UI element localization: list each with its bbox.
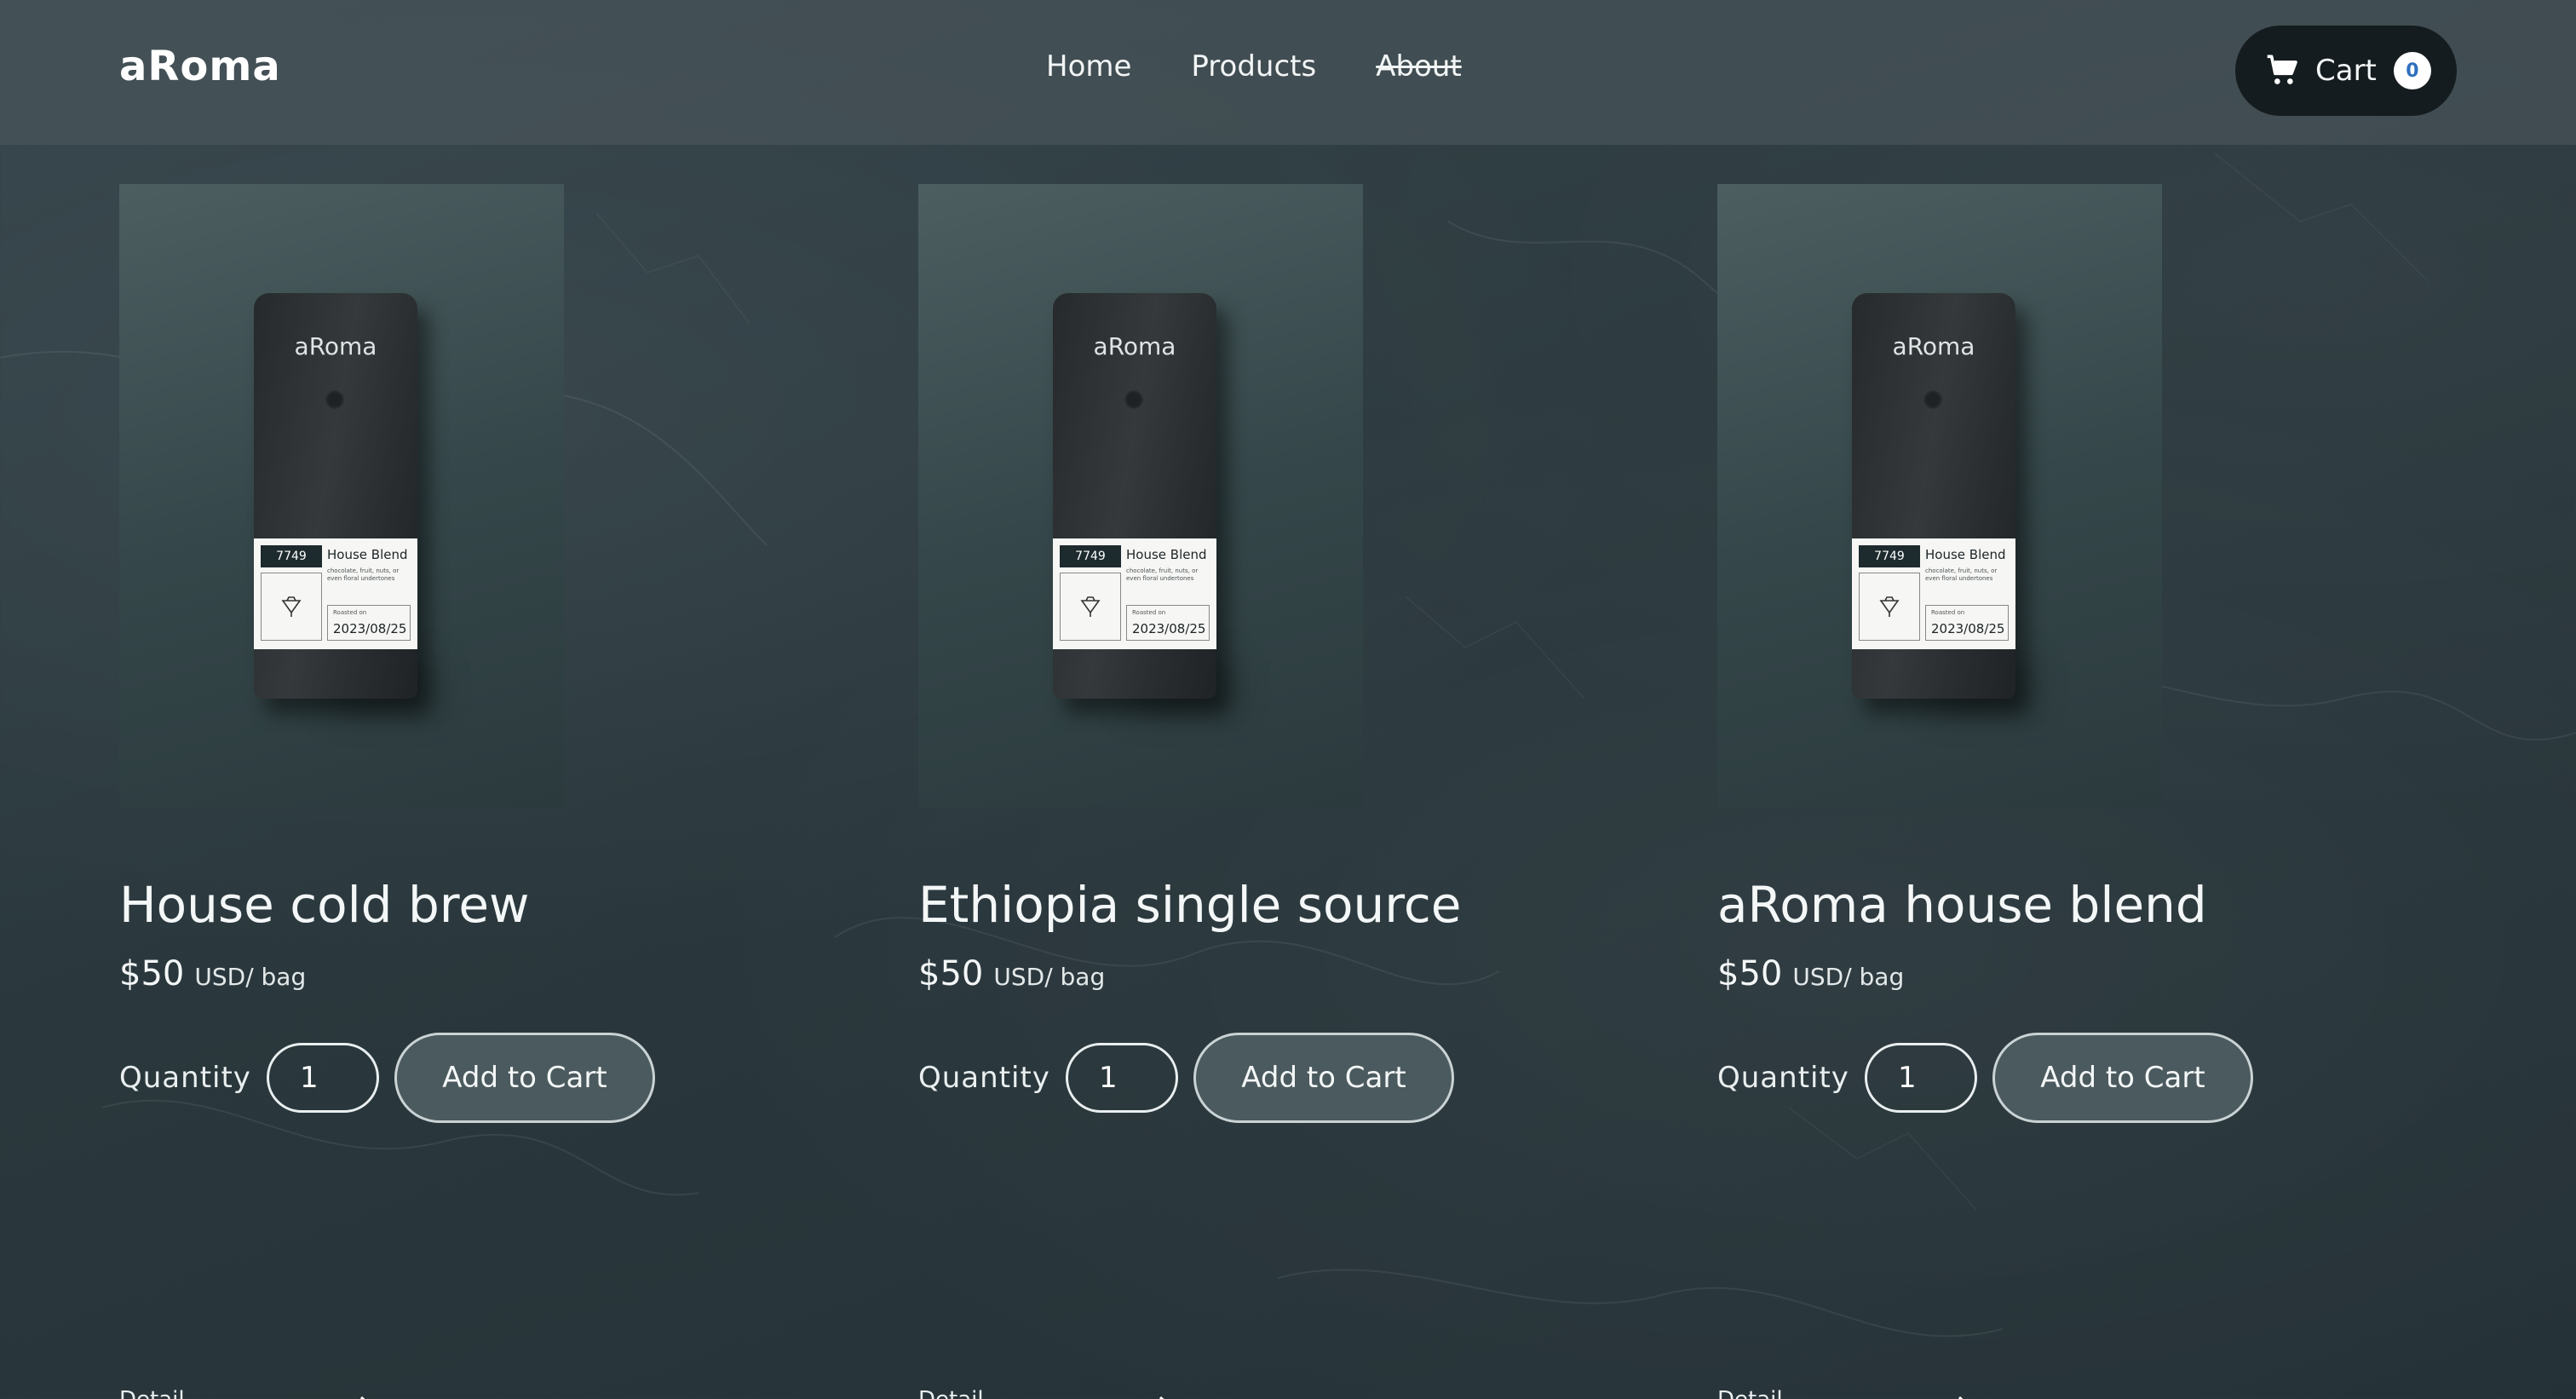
product-title: aRoma house blend — [1717, 876, 2207, 934]
price-unit: USD/ bag — [1792, 963, 1905, 991]
bag-number: 7749 — [1859, 545, 1920, 567]
roast-date-box: Roasted on 2023/08/25 — [327, 605, 411, 641]
quantity-row: Quantity Add to Cart — [918, 1033, 1454, 1123]
arrow-right-icon — [359, 1396, 365, 1399]
quantity-input[interactable] — [1065, 1043, 1178, 1113]
cart-icon — [2267, 55, 2297, 84]
bag-valve — [1124, 390, 1143, 409]
detail-link[interactable]: Detail — [1717, 1387, 1998, 1399]
quantity-input[interactable] — [1864, 1043, 1977, 1113]
nav-about[interactable]: About — [1376, 49, 1462, 83]
bag-blend-name: House Blend — [327, 547, 408, 562]
product-title: Ethiopia single source — [918, 876, 1462, 934]
bag-logo: aRoma — [1892, 332, 1975, 360]
arrow-right-icon — [1958, 1396, 1964, 1399]
product-image[interactable]: aRoma 7749 House Blend chocolate, fruit,… — [1717, 184, 2162, 808]
roasted-label: Roasted on — [1931, 609, 1965, 616]
price-unit: USD/ bag — [194, 963, 307, 991]
quantity-label: Quantity — [119, 1061, 251, 1095]
quantity-label: Quantity — [1717, 1061, 1849, 1095]
bag-description: chocolate, fruit, nuts, or even floral u… — [1126, 567, 1199, 582]
nav-home[interactable]: Home — [1046, 49, 1131, 83]
bag-label: 7749 House Blend chocolate, fruit, nuts,… — [254, 538, 417, 649]
brand-logo[interactable]: aRoma — [119, 43, 281, 90]
cart-count-badge: 0 — [2393, 52, 2431, 89]
roasted-label: Roasted on — [333, 609, 367, 616]
product-image[interactable]: aRoma 7749 House Blend chocolate, fruit,… — [119, 184, 564, 808]
bag-description: chocolate, fruit, nuts, or even floral u… — [1925, 567, 1998, 582]
coffee-bag: aRoma 7749 House Blend chocolate, fruit,… — [254, 293, 417, 699]
detail-link[interactable]: Detail — [918, 1387, 1199, 1399]
bag-number: 7749 — [1060, 545, 1121, 567]
top-header: aRoma Home Products About Cart 0 — [0, 0, 2576, 145]
product-card: aRoma 7749 House Blend chocolate, fruit,… — [119, 184, 886, 1399]
quantity-row: Quantity Add to Cart — [1717, 1033, 2253, 1123]
detail-link[interactable]: Detail — [119, 1387, 400, 1399]
coffee-bag: aRoma 7749 House Blend chocolate, fruit,… — [1852, 293, 2015, 699]
bag-description: chocolate, fruit, nuts, or even floral u… — [327, 567, 400, 582]
dripper-icon — [1060, 573, 1121, 641]
coffee-bag: aRoma 7749 House Blend chocolate, fruit,… — [1053, 293, 1216, 699]
price-amount: $50 — [1717, 954, 1783, 993]
product-price: $50 USD/ bag — [119, 954, 306, 993]
bag-number: 7749 — [261, 545, 322, 567]
cart-button[interactable]: Cart 0 — [2235, 26, 2457, 116]
price-amount: $50 — [918, 954, 984, 993]
bag-logo: aRoma — [1093, 332, 1176, 360]
bag-label: 7749 House Blend chocolate, fruit, nuts,… — [1852, 538, 2015, 649]
product-card: aRoma 7749 House Blend chocolate, fruit,… — [1717, 184, 2484, 1399]
roast-date-box: Roasted on 2023/08/25 — [1925, 605, 2009, 641]
product-price: $50 USD/ bag — [918, 954, 1105, 993]
bag-logo: aRoma — [294, 332, 377, 360]
product-card: aRoma 7749 House Blend chocolate, fruit,… — [918, 184, 1685, 1399]
product-image[interactable]: aRoma 7749 House Blend chocolate, fruit,… — [918, 184, 1363, 808]
arrow-right-icon — [1159, 1396, 1164, 1399]
bag-blend-name: House Blend — [1126, 547, 1207, 562]
bag-label: 7749 House Blend chocolate, fruit, nuts,… — [1053, 538, 1216, 649]
bag-valve — [325, 390, 344, 409]
dripper-icon — [1859, 573, 1920, 641]
add-to-cart-button[interactable]: Add to Cart — [1193, 1033, 1454, 1123]
roast-date: 2023/08/25 — [1931, 621, 2005, 636]
quantity-row: Quantity Add to Cart — [119, 1033, 655, 1123]
roast-date: 2023/08/25 — [333, 621, 407, 636]
quantity-input[interactable] — [266, 1043, 379, 1113]
bag-blend-name: House Blend — [1925, 547, 2006, 562]
product-price: $50 USD/ bag — [1717, 954, 1904, 993]
add-to-cart-button[interactable]: Add to Cart — [1992, 1033, 2253, 1123]
roast-date: 2023/08/25 — [1132, 621, 1206, 636]
bag-valve — [1923, 390, 1942, 409]
cart-label: Cart — [2315, 54, 2377, 88]
dripper-icon — [261, 573, 322, 641]
roasted-label: Roasted on — [1132, 609, 1166, 616]
roast-date-box: Roasted on 2023/08/25 — [1126, 605, 1210, 641]
main-nav: Home Products About — [1046, 49, 1462, 83]
quantity-label: Quantity — [918, 1061, 1050, 1095]
price-unit: USD/ bag — [993, 963, 1106, 991]
product-title: House cold brew — [119, 876, 530, 934]
add-to-cart-button[interactable]: Add to Cart — [394, 1033, 655, 1123]
price-amount: $50 — [119, 954, 185, 993]
nav-products[interactable]: Products — [1191, 49, 1316, 83]
